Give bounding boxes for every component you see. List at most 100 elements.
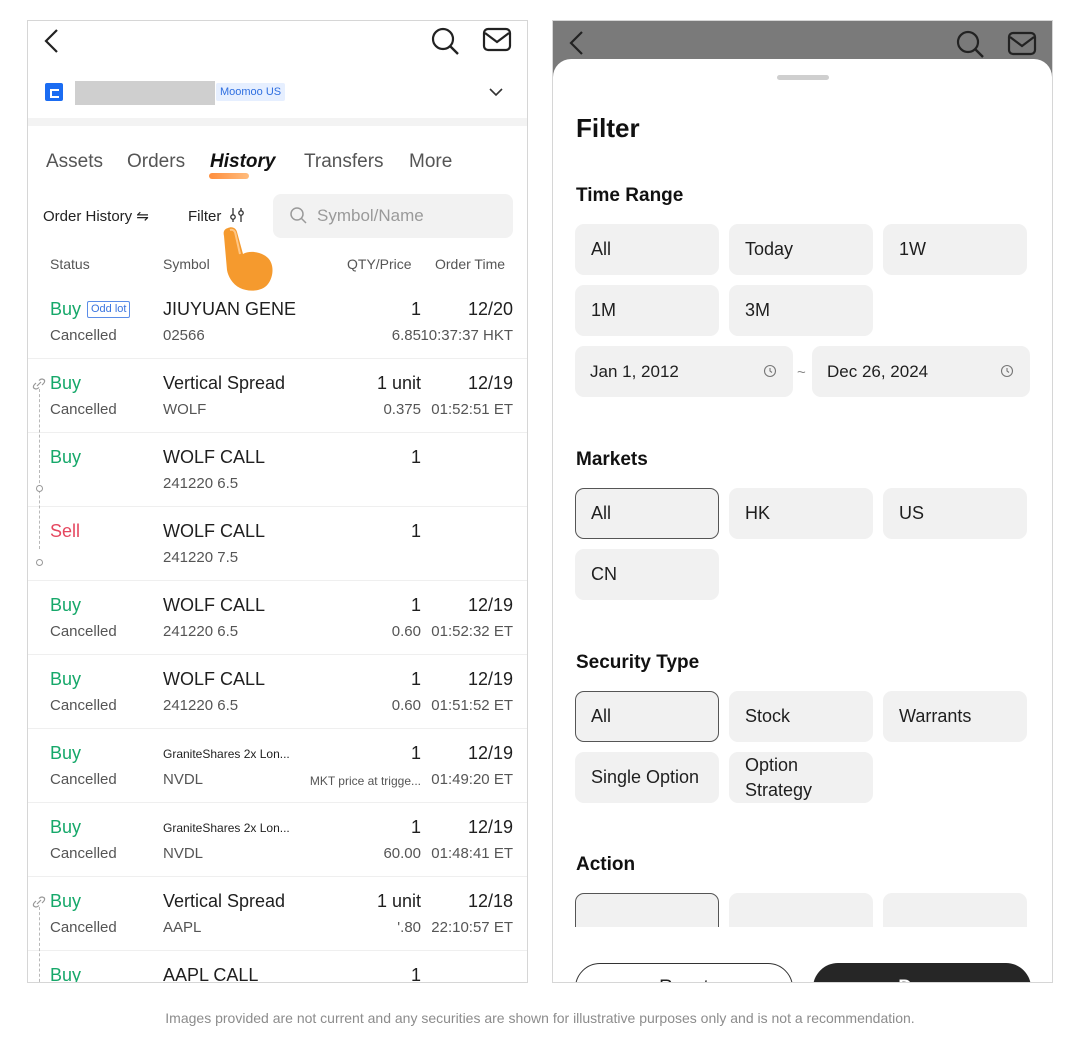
- tab-transfers[interactable]: Transfers: [304, 151, 384, 173]
- filter-button[interactable]: Filter: [188, 207, 245, 225]
- back-icon: [569, 31, 583, 55]
- time-range-1w[interactable]: 1W: [883, 224, 1027, 275]
- order-row[interactable]: Buy Odd lot Cancelled JIUYUAN GENE 02566…: [28, 285, 527, 359]
- security-warrants[interactable]: Warrants: [883, 691, 1027, 742]
- order-date: 12/18: [467, 891, 513, 911]
- market-cn[interactable]: CN: [575, 549, 719, 600]
- order-row[interactable]: Buy Cancelled Vertical Spread AAPL 1 uni…: [28, 877, 527, 951]
- account-selector[interactable]: Moomoo US: [28, 79, 527, 109]
- tab-orders[interactable]: Orders: [127, 151, 185, 173]
- order-action: Buy: [50, 669, 82, 689]
- order-row[interactable]: Buy Cancelled GraniteShares 2x Lon... NV…: [28, 729, 527, 803]
- time-range-3m[interactable]: 3M: [729, 285, 873, 336]
- security-option-strategy[interactable]: Option Strategy: [729, 752, 873, 803]
- search-input[interactable]: [317, 194, 507, 238]
- order-price: 0.60: [391, 697, 421, 714]
- column-symbol: Symbol: [163, 256, 210, 272]
- clock-icon: [763, 364, 777, 378]
- time-range-all[interactable]: All: [575, 224, 719, 275]
- order-qty: 1: [410, 965, 421, 983]
- order-row[interactable]: Buy Cancelled WOLF CALL 241220 6.5 1 0.6…: [28, 655, 527, 729]
- order-symbol: Vertical Spread: [163, 373, 286, 393]
- reset-button[interactable]: Reset: [575, 963, 793, 982]
- broker-logo-icon: [45, 83, 63, 101]
- order-symbol: Vertical Spread: [163, 891, 286, 911]
- scroll-cutoff: [553, 927, 1052, 947]
- order-action: Buy: [50, 743, 82, 763]
- order-qty: 1: [410, 521, 421, 541]
- start-date-picker[interactable]: Jan 1, 2012: [575, 346, 793, 397]
- end-date-picker[interactable]: Dec 26, 2024: [812, 346, 1030, 397]
- order-code: 02566: [163, 327, 205, 344]
- market-all[interactable]: All: [575, 488, 719, 539]
- order-code: 241220 7.5: [163, 549, 239, 566]
- chevron-down-icon[interactable]: [488, 85, 504, 99]
- strategy-connector: [39, 907, 40, 982]
- order-time: 22:10:57 ET: [431, 919, 513, 936]
- order-time: 01:49:20 ET: [431, 771, 513, 788]
- order-symbol: WOLF CALL: [163, 595, 266, 615]
- order-row[interactable]: Buy WOLF CALL 241220 6.5 1: [28, 433, 527, 507]
- search-icon[interactable]: [430, 26, 460, 56]
- order-history-toggle[interactable]: Order History ⇋: [43, 207, 149, 225]
- time-range-today[interactable]: Today: [729, 224, 873, 275]
- time-range-1m[interactable]: 1M: [575, 285, 719, 336]
- pointing-hand-icon: [223, 227, 273, 291]
- start-date-value: Jan 1, 2012: [590, 361, 679, 381]
- order-price: 60.00: [383, 845, 421, 862]
- order-time: 01:48:41 ET: [431, 845, 513, 862]
- symbol-search[interactable]: [273, 194, 513, 238]
- date-range-separator: ~: [797, 364, 806, 381]
- order-row[interactable]: Buy Cancelled Vertical Spread WOLF 1 uni…: [28, 359, 527, 433]
- order-qty: 1: [410, 817, 421, 837]
- security-single-option[interactable]: Single Option: [575, 752, 719, 803]
- tab-more[interactable]: More: [409, 151, 452, 173]
- mail-icon[interactable]: [482, 27, 512, 53]
- filter-label: Filter: [188, 208, 222, 225]
- order-date: 12/19: [467, 817, 513, 837]
- order-code: AAPL: [163, 919, 202, 936]
- account-badge: Moomoo US: [216, 83, 286, 101]
- order-price: 0.60: [391, 623, 421, 640]
- order-symbol: AAPL CALL: [163, 965, 259, 983]
- security-all[interactable]: All: [575, 691, 719, 742]
- leg-dot: [36, 559, 43, 566]
- order-row[interactable]: Sell WOLF CALL 241220 7.5 1: [28, 507, 527, 581]
- order-code: 241220 6.5: [163, 623, 239, 640]
- sheet-grabber[interactable]: [777, 75, 829, 80]
- odd-lot-badge: Odd lot: [87, 301, 131, 318]
- order-status: Cancelled: [50, 623, 117, 640]
- order-qty: 1: [410, 669, 421, 689]
- order-date: 12/19: [467, 373, 513, 393]
- order-symbol: GraniteShares 2x Lon...: [163, 821, 290, 835]
- order-time: 10:37:37 HKT: [420, 327, 513, 344]
- order-qty: 1: [410, 299, 421, 319]
- strategy-connector: [39, 389, 40, 549]
- order-code: 241220 6.5: [163, 697, 239, 714]
- order-row[interactable]: Buy Cancelled GraniteShares 2x Lon... NV…: [28, 803, 527, 877]
- order-code: 241220 6.5: [163, 475, 239, 492]
- disclaimer-text: Images provided are not current and any …: [165, 1010, 915, 1026]
- market-us[interactable]: US: [883, 488, 1027, 539]
- leg-dot: [36, 485, 43, 492]
- active-tab-underline: [209, 173, 249, 179]
- order-history-screen: Moomoo US Assets Orders History Transfer…: [27, 20, 528, 983]
- security-type-label: Security Type: [576, 652, 700, 673]
- security-stock[interactable]: Stock: [729, 691, 873, 742]
- order-action: Buy: [50, 299, 82, 319]
- end-date-value: Dec 26, 2024: [827, 361, 929, 381]
- order-qty: 1: [410, 447, 421, 467]
- order-action: Buy: [50, 891, 82, 911]
- order-code: NVDL: [163, 771, 204, 788]
- market-hk[interactable]: HK: [729, 488, 873, 539]
- order-symbol: WOLF CALL: [163, 447, 266, 467]
- back-icon[interactable]: [40, 27, 64, 55]
- order-row[interactable]: Buy Cancelled WOLF CALL 241220 6.5 1 0.6…: [28, 581, 527, 655]
- order-action: Buy: [50, 965, 82, 983]
- tab-assets[interactable]: Assets: [46, 151, 103, 173]
- order-time: 01:52:51 ET: [431, 401, 513, 418]
- order-code: NVDL: [163, 845, 204, 862]
- order-row[interactable]: Buy AAPL CALL 1: [28, 951, 527, 983]
- done-button[interactable]: Done: [813, 963, 1031, 982]
- tab-history[interactable]: History: [210, 151, 275, 173]
